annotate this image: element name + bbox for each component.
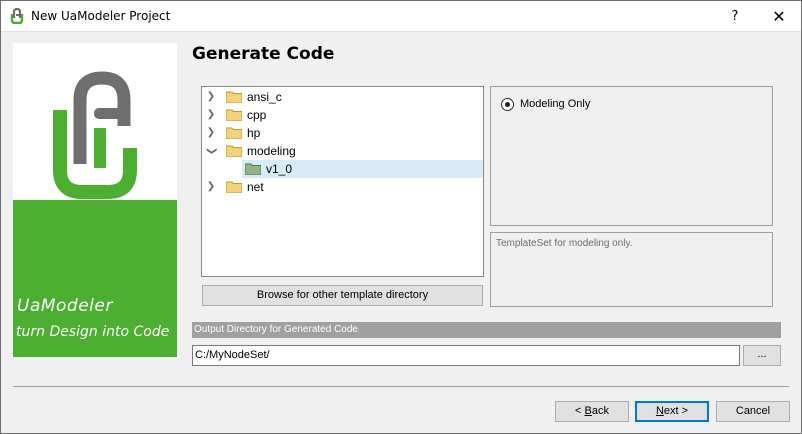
tree-item-selected[interactable]: v1_0 [242,160,483,178]
folder-icon [226,91,242,103]
folder-icon [226,127,242,139]
open-folder-icon [226,145,242,157]
chevron-down-icon[interactable]: ❯ [202,146,220,156]
dialog-window: New UaModeler Project ? ✕ UaModeler turn… [0,0,802,434]
cancel-button[interactable]: Cancel [716,401,790,422]
banner-product-name: UaModeler [17,296,113,316]
tree-item[interactable]: ❯ modeling [202,142,483,160]
tree-item[interactable]: ❯ hp [202,124,483,142]
tree-item-label: net [247,180,264,194]
tree-item-label: hp [247,126,261,140]
template-description-panel: TemplateSet for modeling only. [490,232,773,307]
template-description: TemplateSet for modeling only. [496,238,633,249]
template-tree[interactable]: ❯ ansi_c ❯ cpp ❯ hp ❯ modeling v1_0 ❯ ne… [201,86,484,277]
radio-label[interactable]: Modeling Only [520,98,590,110]
window-title: New UaModeler Project [31,9,171,23]
next-button[interactable]: Next > [635,401,709,422]
chevron-right-icon[interactable]: ❯ [206,88,216,106]
tree-item[interactable]: ❯ net [202,178,483,196]
output-dir-browse-button[interactable]: ... [743,345,781,366]
uamodeler-logo-icon [53,71,137,199]
tree-item[interactable]: ❯ ansi_c [202,88,483,106]
output-dir-header: Output Directory for Generated Code [192,322,781,338]
tree-item-label: ansi_c [247,90,282,104]
folder-icon [226,181,242,193]
title-bar: New UaModeler Project ? ✕ [1,1,801,32]
modeling-only-radio[interactable] [501,98,514,111]
footer-separator [13,386,789,387]
banner-tagline: turn Design into Code [16,324,170,340]
back-prefix: < [575,405,585,417]
banner-green-panel: UaModeler turn Design into Code [13,200,177,357]
folder-icon [245,163,261,175]
back-mnemonic: B [584,405,592,417]
next-label: ext > [663,405,689,417]
output-dir-input[interactable]: C:/MyNodeSet/ [192,345,740,366]
page-title: Generate Code [192,44,335,64]
help-button[interactable]: ? [713,1,757,32]
back-label: ack [591,405,609,417]
wizard-banner: UaModeler turn Design into Code [13,43,177,357]
next-mnemonic: N [655,405,664,417]
tree-item[interactable]: ❯ cpp [202,106,483,124]
browse-template-dir-button[interactable]: Browse for other template directory [202,285,483,306]
chevron-right-icon[interactable]: ❯ [206,124,216,142]
tree-item-label: v1_0 [266,162,293,176]
tree-item-label: cpp [247,108,267,122]
chevron-right-icon[interactable]: ❯ [206,178,216,196]
template-options-panel: Modeling Only [490,86,773,226]
app-icon [10,8,24,24]
tree-item-label: modeling [247,144,296,158]
back-button[interactable]: < Back [555,401,629,422]
close-button[interactable]: ✕ [757,1,801,32]
chevron-right-icon[interactable]: ❯ [206,106,216,124]
folder-icon [226,109,242,121]
